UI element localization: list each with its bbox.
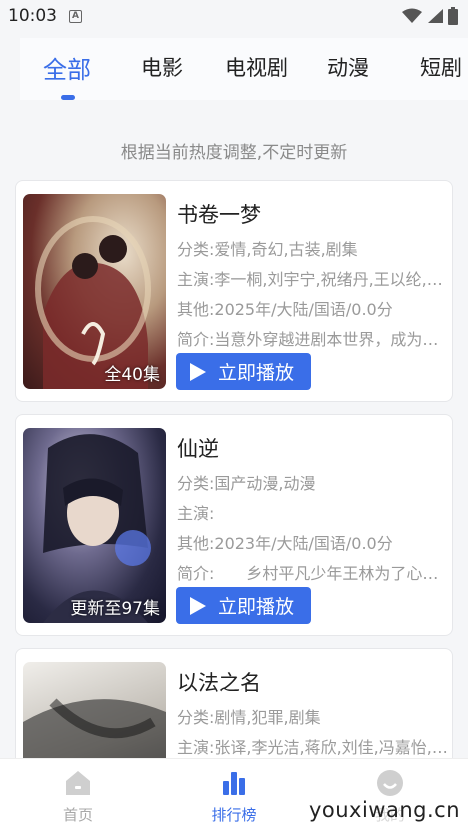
play-button-label: 立即播放 xyxy=(218,596,295,618)
show-title[interactable]: 以法之名 xyxy=(177,667,261,697)
category-tabs: 全部 电影 电视剧 动漫 短剧 xyxy=(20,38,468,100)
poster-image[interactable]: 更新至97集 xyxy=(23,428,166,623)
watermark: youxiwang.cn xyxy=(308,798,460,822)
play-button[interactable]: 立即播放 xyxy=(176,353,311,390)
show-cast: 主演: xyxy=(177,504,215,523)
signal-icon xyxy=(428,9,443,23)
nav-home[interactable]: 首页 xyxy=(0,759,156,832)
show-cast: 主演:李一桐,刘宇宁,祝绪丹,王以纶,… xyxy=(177,270,443,289)
nav-ranking-label: 排行榜 xyxy=(211,806,257,824)
list-item[interactable]: 全40集 书卷一梦 分类:爱情,奇幻,古装,剧集 主演:李一桐,刘宇宁,祝绪丹,… xyxy=(15,180,453,402)
bar-chart-icon xyxy=(223,772,245,795)
wifi-icon xyxy=(402,8,422,23)
episode-badge: 更新至97集 xyxy=(70,599,160,619)
show-title[interactable]: 仙逆 xyxy=(177,433,219,463)
poster-image[interactable]: 全40集 xyxy=(23,194,166,389)
notification-icon: A xyxy=(69,9,82,23)
tab-short-drama[interactable]: 短剧 xyxy=(420,52,462,82)
home-icon xyxy=(66,771,90,795)
nav-home-label: 首页 xyxy=(62,806,93,824)
tab-movies[interactable]: 电影 xyxy=(141,52,183,82)
play-button[interactable]: 立即播放 xyxy=(176,587,311,624)
nav-ranking[interactable]: 排行榜 xyxy=(156,759,312,832)
show-title[interactable]: 书卷一梦 xyxy=(177,199,261,229)
show-other-info: 其他:2023年/大陆/国语/0.0分 xyxy=(177,534,393,553)
show-cast: 主演:张译,李光洁,蒋欣,刘佳,冯嘉怡,… xyxy=(177,738,448,757)
profile-icon xyxy=(377,770,403,796)
battery-icon xyxy=(448,7,458,25)
update-notice: 根据当前热度调整,不定时更新 xyxy=(120,143,348,163)
play-icon xyxy=(190,596,206,615)
show-other-info: 其他:2025年/大陆/国语/0.0分 xyxy=(177,300,393,319)
tab-anime[interactable]: 动漫 xyxy=(327,52,369,82)
active-tab-indicator xyxy=(61,95,75,100)
ranking-list[interactable]: 根据当前热度调整,不定时更新 全40集 书卷一梦 分类:爱情,奇幻,古装,剧集 … xyxy=(0,118,468,832)
show-intro: 简介: 乡村平凡少年王林为了心… xyxy=(177,564,439,583)
tab-all[interactable]: 全部 xyxy=(43,50,91,85)
status-time: 10:03 xyxy=(8,6,57,26)
list-item[interactable]: 更新至97集 仙逆 分类:国产动漫,动漫 主演: 其他:2023年/大陆/国语/… xyxy=(15,414,453,636)
episode-badge: 全40集 xyxy=(104,365,160,385)
play-icon xyxy=(190,362,206,381)
show-intro: 简介:当意外穿越进剧本世界，成为… xyxy=(177,330,439,349)
show-category: 分类:剧情,犯罪,剧集 xyxy=(177,708,321,727)
tab-tv-series[interactable]: 电视剧 xyxy=(225,52,288,82)
show-category: 分类:国产动漫,动漫 xyxy=(177,474,316,493)
status-icons xyxy=(402,7,458,25)
play-button-label: 立即播放 xyxy=(218,362,295,384)
show-category: 分类:爱情,奇幻,古装,剧集 xyxy=(177,240,358,259)
status-bar: 10:03 A xyxy=(0,0,468,32)
